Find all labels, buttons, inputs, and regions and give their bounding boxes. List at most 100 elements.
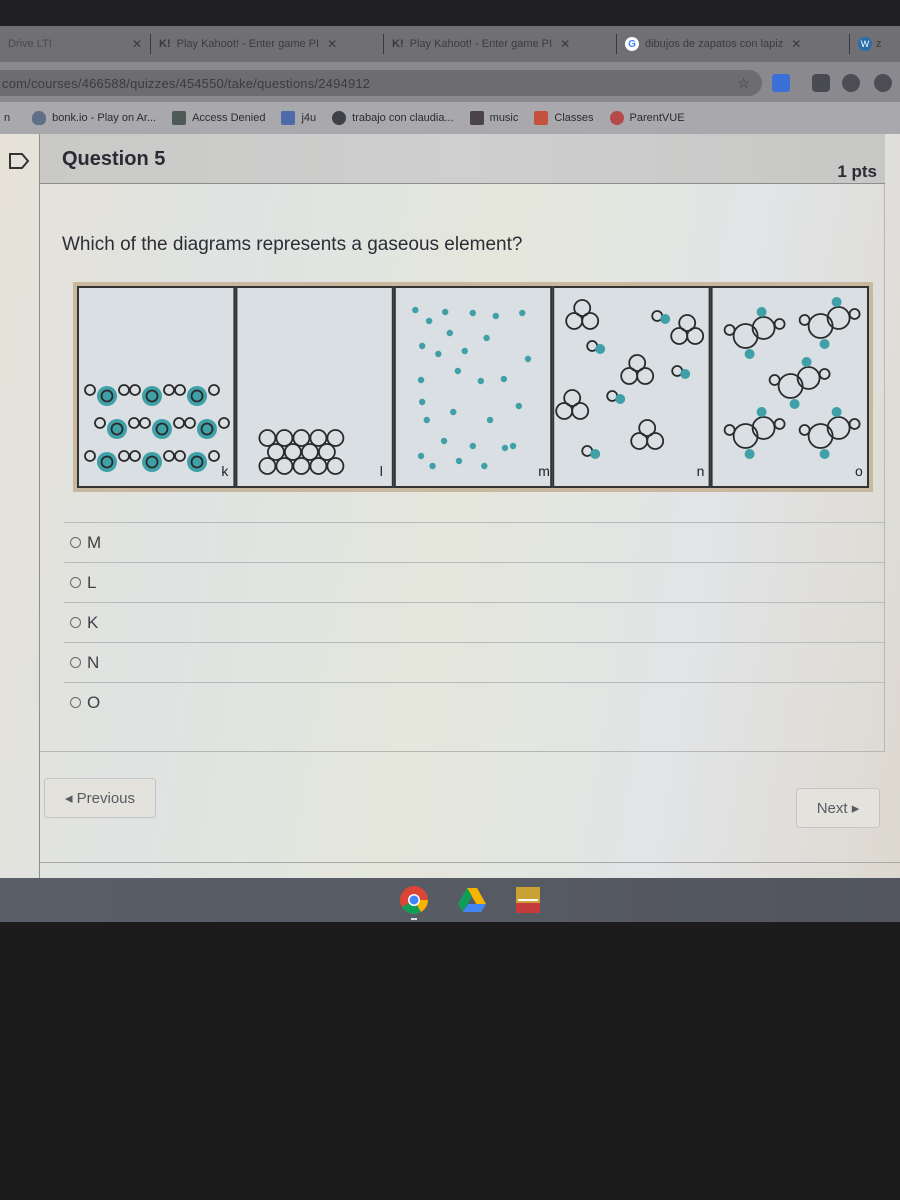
os-shelf (0, 878, 900, 922)
particle-dot (455, 457, 463, 465)
radio-button[interactable] (70, 577, 81, 588)
particle-dot (187, 386, 207, 406)
particle-diagrams: k l m n o (73, 282, 873, 492)
bookmark-bonk[interactable]: bonk.io - Play on Ar... (32, 111, 156, 125)
particle-dot (446, 329, 453, 337)
extension-icon[interactable] (842, 74, 860, 92)
particle-dot (486, 416, 494, 424)
answer-label: L (87, 572, 97, 592)
particle-dot (680, 369, 691, 379)
particle-dot (107, 419, 127, 439)
toolbar: com/courses/466588/quizzes/454550/take/q… (0, 62, 900, 102)
particle-dot (483, 334, 490, 342)
tab-kahoot-1[interactable]: K! Play Kahoot! - Enter game PI ✕ (151, 26, 383, 62)
globe-icon (332, 111, 347, 125)
security-extension-icon[interactable] (812, 74, 830, 92)
bookmark-music[interactable]: music (469, 111, 518, 125)
particle-dot (789, 399, 800, 409)
radio-button[interactable] (70, 537, 81, 548)
bookmark-label: n (4, 112, 11, 124)
tab-google-search[interactable]: G dibujos de zapatos con lapiz ✕ (617, 26, 849, 62)
particle-dot (831, 407, 842, 417)
particle-dot (417, 376, 425, 384)
particle-dot (412, 306, 419, 314)
tab-title: Drive LTI (8, 38, 52, 50)
diagram-label-l: l (380, 463, 383, 479)
radio-button[interactable] (70, 657, 81, 668)
close-icon[interactable]: ✕ (791, 37, 801, 51)
diagram-label-k: k (221, 463, 229, 479)
question-text: Which of the diagrams represents a gaseo… (62, 234, 523, 255)
bookmark-star-icon[interactable]: ☆ (737, 75, 750, 92)
particle-dot (454, 367, 462, 375)
bookmark-parentvue[interactable]: ParentVUE (609, 111, 685, 125)
particle-dot (450, 408, 457, 416)
close-icon[interactable]: ✕ (327, 37, 337, 51)
bookmark-j4u[interactable]: j4u (281, 111, 316, 125)
tab-kahoot-2[interactable]: K! Play Kahoot! - Enter game PI ✕ (384, 26, 616, 62)
particle-dot (492, 312, 499, 320)
address-bar[interactable]: com/courses/466588/quizzes/454550/take/q… (0, 70, 762, 96)
answer-label: N (87, 652, 100, 672)
bookmark-access-denied[interactable]: Access Denied (172, 111, 265, 125)
bookmarks-bar: n bonk.io - Play on Ar... Access Denied … (0, 102, 900, 134)
running-indicator (411, 918, 417, 920)
tab-title: dibujos de zapatos con lapiz (645, 38, 784, 50)
particle-dot (419, 398, 426, 406)
particle-dot (481, 462, 488, 470)
particle-dot (595, 344, 606, 354)
question-card: Question 5 1 pts Which of the diagrams r… (40, 134, 885, 752)
particle-dot (831, 297, 842, 307)
answer-option-k[interactable]: K (64, 602, 884, 642)
close-icon[interactable]: ✕ (132, 37, 142, 51)
particle-dot (425, 317, 433, 325)
answer-option-o[interactable]: O (64, 682, 884, 722)
tab-title: Play Kahoot! - Enter game PI (409, 38, 553, 50)
bookmark-classes[interactable]: Classes (534, 111, 594, 125)
bookmark-trabajo[interactable]: trabajo con claudia... (332, 111, 454, 125)
shield-icon (32, 111, 47, 125)
bookmark-label: Access Denied (192, 112, 266, 124)
google-drive-icon[interactable] (456, 884, 488, 916)
chrome-icon[interactable] (398, 884, 430, 916)
particle-dot (500, 375, 508, 383)
bookmark-partial[interactable]: n (4, 112, 10, 124)
wordpress-icon: W (858, 37, 872, 51)
answer-option-m[interactable]: M (64, 522, 884, 562)
next-button[interactable]: Next ▸ (796, 788, 880, 828)
particle-dot (477, 377, 485, 385)
radio-button[interactable] (70, 617, 81, 628)
bookmark-label: trabajo con claudia... (352, 112, 454, 124)
particle-dot (756, 307, 767, 317)
answer-option-n[interactable]: N (64, 642, 884, 682)
particle-dot (756, 407, 767, 417)
tab-drive-lti[interactable]: Drive LTI ✕ (0, 26, 150, 62)
tab-title: z (876, 38, 882, 50)
kahoot-icon: K! (392, 38, 404, 50)
particle-dot (509, 442, 517, 450)
answer-label: K (87, 612, 99, 632)
bookmark-label: bonk.io - Play on Ar... (52, 112, 157, 124)
previous-button[interactable]: ◂ Previous (44, 778, 156, 818)
particle-dot (524, 355, 532, 363)
education-app-icon[interactable] (512, 884, 544, 916)
answer-option-l[interactable]: L (64, 562, 884, 602)
tab-wordpress[interactable]: W z (850, 26, 900, 62)
parentvue-icon (609, 111, 624, 125)
extension-icon-2[interactable] (874, 74, 892, 92)
url-text[interactable]: com/courses/466588/quizzes/454550/take/q… (0, 76, 370, 91)
quiz-page: Question 5 1 pts Which of the diagrams r… (0, 134, 900, 882)
particle-dot (501, 444, 509, 452)
flag-question-icon[interactable] (8, 152, 30, 170)
particle-dot (435, 350, 442, 358)
particle-dot (515, 402, 522, 410)
answer-label: M (87, 532, 102, 552)
tab-title: Play Kahoot! - Enter game PI (176, 38, 320, 50)
translate-extension-icon[interactable] (772, 74, 790, 92)
radio-button[interactable] (70, 697, 81, 708)
close-icon[interactable]: ✕ (560, 37, 570, 51)
particle-dot (197, 419, 217, 439)
particle-dot (469, 309, 476, 317)
particle-dot (615, 394, 626, 404)
bookmark-label: Classes (554, 112, 594, 124)
